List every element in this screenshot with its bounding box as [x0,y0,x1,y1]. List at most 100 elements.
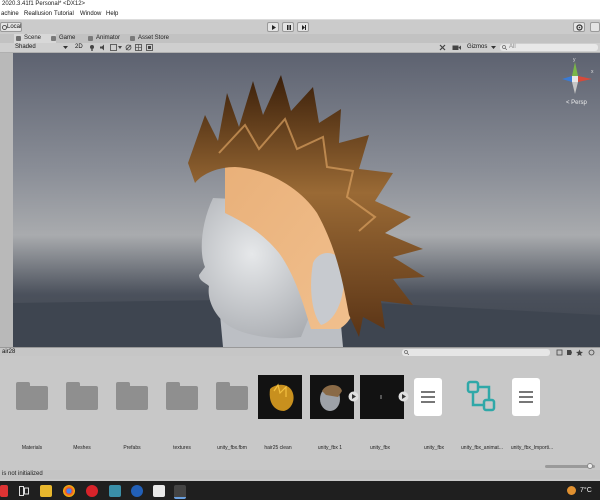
filter-type-icon[interactable] [556,349,563,356]
asset-item-textures[interactable]: textures [158,378,206,458]
task-view-icon[interactable] [19,486,29,496]
grid-icon[interactable] [135,44,142,51]
asset-item-model-2[interactable]: unity_fbx [356,375,409,458]
settings-button[interactable] [573,22,585,32]
pause-button[interactable] [282,22,294,32]
shading-mode-dropdown[interactable]: Shaded [13,44,70,51]
thumbnail-size-slider[interactable] [545,463,595,469]
asset-item-fbm-folder[interactable]: unity_fbx.fbm [208,378,256,458]
start-icon[interactable] [0,485,8,497]
asset-label: Meshes [73,445,91,451]
scene-icon [16,36,21,41]
asset-label: unity_fbx 1 [317,445,343,451]
gizmo-z-axis [562,76,572,82]
gizmo-projection-label: < Persp [566,100,588,106]
lighting-icon[interactable] [89,44,95,51]
text-file-icon [414,378,442,416]
search-icon [502,45,507,50]
scene-render [13,75,600,347]
folder-icon [64,378,100,416]
camera-icon[interactable] [452,44,461,51]
effects-icon[interactable] [110,44,122,51]
menu-bar: achine Reallusion Tutorial Window Help [0,9,600,20]
label-icon[interactable] [566,349,573,356]
main-toolbar: Local [0,20,600,35]
asset-label: textures [173,445,191,451]
window-titlebar: 2020.3.41f1 Personal* <DX12> [0,0,600,9]
gizmos-dropdown[interactable]: Gizmos [463,44,499,51]
account-button[interactable] [590,22,600,32]
tab-scene-label: Scene [24,35,42,41]
asset-label: Prefabs [123,445,141,451]
favorite-icon[interactable] [576,349,583,356]
chrome-icon[interactable] [63,485,75,497]
store-icon [130,36,135,41]
scene-search-input[interactable]: All [500,44,598,51]
project-breadcrumb[interactable]: air28 [2,349,15,355]
gear-icon [576,24,583,31]
menu-item-reallusion[interactable]: Reallusion [24,11,52,17]
tab-asset-store[interactable]: Asset Store [128,34,182,43]
asset-item-import-settings[interactable]: unity_fbx_Importi... [508,378,556,458]
os-taskbar: 7°C [0,481,600,500]
scene-view-toolbar: Shaded 2D Gizmos All [0,43,600,53]
asset-item-text-fbx[interactable]: unity_fbx [410,378,458,458]
orientation-gizmo[interactable]: y x < Persp [558,58,596,106]
tools-icon[interactable] [439,44,446,51]
slider-handle[interactable] [587,463,593,469]
pivot-local-button[interactable]: Local [0,22,22,32]
gizmo-x-label: x [591,69,594,75]
shading-mode-label: Shaded [15,44,36,50]
tab-game[interactable]: Game [49,34,89,43]
window-title: 2020.3.41f1 Personal* <DX12> [2,1,86,7]
opera-icon[interactable] [86,485,98,497]
toggle-2d-button[interactable]: 2D [75,44,83,50]
material-preview-icon [258,375,302,419]
hidden-packages-icon[interactable] [588,349,595,356]
file-explorer-icon[interactable] [40,485,52,497]
status-message: is not initialized [2,471,43,477]
asset-item-model-1[interactable]: unity_fbx 1 [306,375,359,458]
gizmo-y-label: y [573,58,576,63]
menu-item-machine[interactable]: achine [1,11,19,17]
asset-label: Materials [21,445,43,451]
project-search-input[interactable] [402,349,550,356]
gizmo-center [572,76,578,82]
asset-item-hair-material[interactable]: hair25 clean [254,375,302,458]
scene-search-placeholder: All [509,44,516,50]
menu-item-window[interactable]: Window [80,11,101,17]
viewport-left-gutter [0,53,13,347]
gizmo-neg-y-axis [572,82,578,94]
gizmos-label: Gizmos [467,44,488,50]
scene-viewport[interactable]: y x < Persp [13,53,600,347]
asset-label: unity_fbx.fbm [217,445,247,451]
media-app-icon[interactable] [109,485,121,497]
asset-item-meshes[interactable]: Meshes [58,378,106,458]
menu-item-help[interactable]: Help [106,11,118,17]
asset-item-materials[interactable]: Materials [8,378,56,458]
audio-icon[interactable] [99,44,106,51]
asset-item-prefabs[interactable]: Prefabs [108,378,156,458]
step-button[interactable] [297,22,309,32]
scene-toggle-icon[interactable] [146,44,153,51]
tab-asset-store-label: Asset Store [138,35,170,41]
weather-temperature: 7°C [580,487,592,494]
play-icon [272,25,276,30]
project-assets-grid: Materials Meshes Prefabs textures unity_… [0,356,600,469]
search-icon [404,350,409,355]
character-creator-icon[interactable] [131,485,143,497]
step-icon [302,25,306,30]
folder-icon [114,378,150,416]
chevron-down-icon [491,46,496,49]
asset-label: unity_fbx [423,445,444,451]
animator-icon [88,36,93,41]
unity-editor-icon[interactable] [174,485,186,499]
hidden-objects-icon[interactable] [125,44,132,51]
menu-item-tutorial[interactable]: Tutorial [54,11,74,17]
pause-icon [287,25,291,30]
play-button[interactable] [267,22,279,32]
unity-hub-icon[interactable] [153,485,165,497]
pivot-label: Local [7,24,22,30]
asset-item-animator-controller[interactable]: unity_fbx_animat... [458,378,506,458]
expand-arrow-icon[interactable] [398,391,409,402]
